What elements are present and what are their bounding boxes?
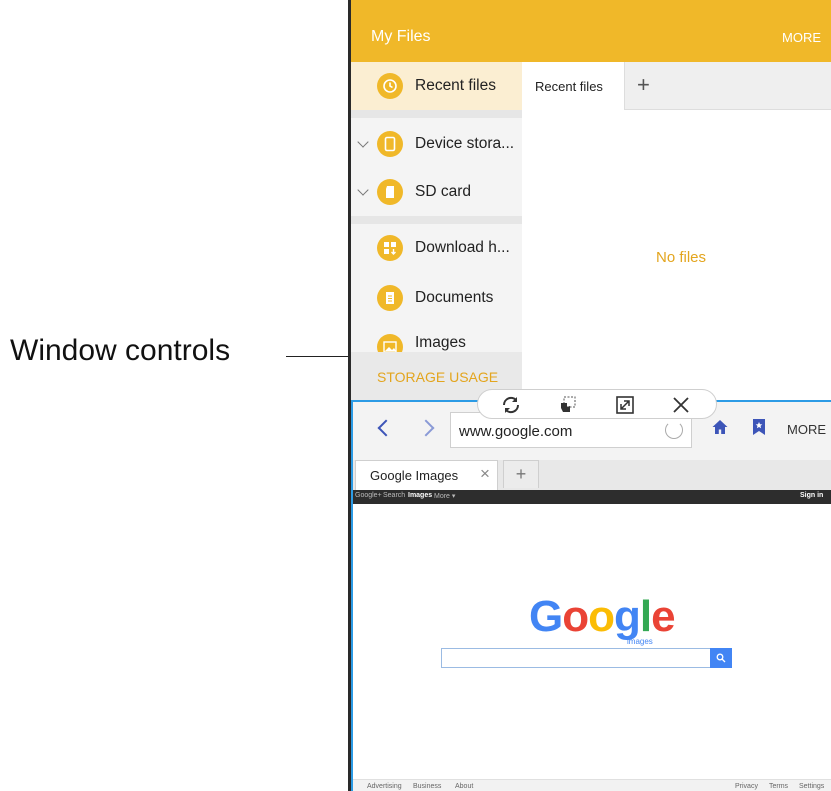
- sidebar-item-documents[interactable]: Documents: [351, 274, 522, 322]
- browser-window: www.google.com MORE Google Images × + Go…: [351, 400, 831, 791]
- google-top-bar: Google+ Search Images More ▾ Sign in: [353, 490, 831, 504]
- sidebar-item-label: Device stora...: [415, 135, 515, 152]
- sd-card-icon: [377, 179, 403, 205]
- footer-link[interactable]: About: [455, 783, 473, 790]
- browser-tab-google-images[interactable]: Google Images ×: [355, 460, 498, 490]
- google-search-button[interactable]: [710, 648, 732, 668]
- my-files-content: Recent files + No files: [522, 62, 831, 400]
- add-tab-button[interactable]: +: [637, 72, 650, 98]
- image-icon: [377, 334, 403, 352]
- chevron-down-icon[interactable]: [357, 136, 369, 148]
- sidebar-item-label: SD card: [415, 183, 471, 200]
- google-bar-link[interactable]: Images: [408, 492, 432, 499]
- tablet-icon: [377, 131, 403, 157]
- url-text: www.google.com: [459, 423, 573, 440]
- sidebar-item-device-storage[interactable]: Device stora...: [351, 120, 522, 168]
- clock-icon: [377, 73, 403, 99]
- device-frame-edge: [348, 0, 351, 791]
- my-files-more-button[interactable]: MORE: [782, 30, 821, 45]
- empty-state-text: No files: [656, 249, 707, 266]
- sidebar-item-label: Recent files: [415, 77, 496, 94]
- google-bar-link[interactable]: More ▾: [434, 492, 455, 500]
- footer-link[interactable]: Advertising: [367, 783, 402, 790]
- home-icon[interactable]: [711, 418, 729, 441]
- close-icon[interactable]: [670, 395, 692, 415]
- bookmark-icon[interactable]: [751, 418, 767, 441]
- back-icon[interactable]: [377, 419, 395, 437]
- footer-link[interactable]: Privacy: [735, 783, 758, 790]
- sidebar-divider: [351, 110, 522, 118]
- google-logo: Google: [529, 592, 676, 641]
- drag-and-drop-icon[interactable]: [557, 395, 579, 415]
- window-controls: [477, 389, 717, 419]
- google-logo-subtitle: images: [627, 637, 653, 646]
- maximize-icon[interactable]: [614, 395, 636, 415]
- tab-title: Google Images: [370, 468, 459, 483]
- my-files-app-bar: My Files MORE: [351, 0, 831, 62]
- my-files-tab-bar: Recent files +: [522, 62, 831, 110]
- switch-windows-icon[interactable]: [500, 395, 522, 415]
- sidebar-item-sd-card[interactable]: SD card: [351, 168, 522, 216]
- search-icon: [716, 653, 726, 663]
- sidebar-item-label: Download h...: [415, 239, 510, 256]
- new-tab-button[interactable]: +: [503, 460, 539, 488]
- browser-tab-bar: Google Images × +: [353, 460, 831, 490]
- footer-link[interactable]: Terms: [769, 783, 788, 790]
- google-images-page: Google images Advertising Business About…: [353, 504, 831, 791]
- sidebar-item-label: Documents: [415, 289, 494, 306]
- chevron-down-icon[interactable]: [357, 184, 369, 196]
- sidebar-item-download-history[interactable]: Download h...: [351, 224, 522, 272]
- tab-label: Recent files: [535, 79, 603, 94]
- callout-label: Window controls: [10, 334, 231, 367]
- forward-icon[interactable]: [417, 419, 435, 437]
- my-files-title: My Files: [371, 28, 431, 45]
- sidebar-item-label: Images: [415, 334, 466, 351]
- sidebar-item-recent-files[interactable]: Recent files: [351, 62, 522, 110]
- reload-icon[interactable]: [665, 421, 683, 439]
- google-bar-link[interactable]: Search: [383, 492, 405, 499]
- google-footer: Advertising Business About Privacy Terms…: [353, 779, 831, 791]
- close-tab-icon[interactable]: ×: [480, 464, 490, 484]
- google-search-input[interactable]: [441, 648, 711, 668]
- my-files-sidebar: Recent files Device stora... SD card Dow…: [351, 62, 522, 400]
- footer-link[interactable]: Settings: [799, 783, 824, 790]
- tab-recent-files[interactable]: Recent files: [522, 62, 625, 110]
- sign-in-link[interactable]: Sign in: [800, 492, 823, 499]
- footer-link[interactable]: Business: [413, 783, 441, 790]
- download-history-icon: [377, 235, 403, 261]
- sidebar-item-images[interactable]: Images: [351, 326, 522, 352]
- sidebar-divider: [351, 216, 522, 224]
- google-bar-link[interactable]: Google+: [355, 492, 382, 499]
- document-icon: [377, 285, 403, 311]
- browser-more-button[interactable]: MORE: [787, 422, 826, 437]
- storage-usage-label: STORAGE USAGE: [377, 369, 499, 385]
